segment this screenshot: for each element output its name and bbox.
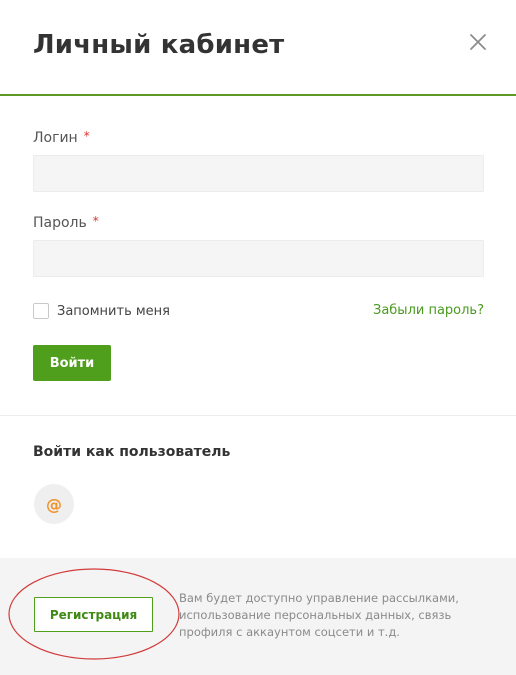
modal-title: Личный кабинет	[33, 30, 285, 60]
password-input[interactable]	[33, 240, 484, 277]
social-login-title: Войти как пользователь	[33, 444, 231, 460]
password-label-text: Пароль	[33, 215, 87, 231]
at-sign-icon: @	[46, 494, 62, 514]
password-label: Пароль *	[33, 214, 99, 231]
login-label: Логин *	[33, 129, 90, 146]
close-icon	[470, 34, 486, 50]
remember-checkbox[interactable]	[33, 303, 49, 319]
email-login-button[interactable]: @	[34, 484, 74, 524]
required-mark: *	[92, 214, 99, 228]
login-input[interactable]	[33, 155, 484, 192]
forgot-password-link[interactable]: Забыли пароль?	[373, 303, 484, 318]
section-divider	[0, 415, 516, 416]
register-footer: Регистрация Вам будет доступно управлени…	[0, 558, 516, 675]
remember-label: Запомнить меня	[57, 303, 171, 319]
modal-header: Личный кабинет	[0, 0, 516, 96]
login-button[interactable]: Войти	[33, 345, 111, 381]
required-mark: *	[83, 129, 90, 143]
remember-me[interactable]: Запомнить меня	[33, 302, 170, 320]
close-button[interactable]	[466, 30, 490, 54]
login-label-text: Логин	[33, 130, 78, 146]
auth-modal: Личный кабинет Логин * Пароль * Запомнить …	[0, 0, 516, 675]
register-button[interactable]: Регистрация	[34, 597, 153, 632]
register-hint: Вам будет доступно управление рассылками…	[179, 591, 459, 639]
